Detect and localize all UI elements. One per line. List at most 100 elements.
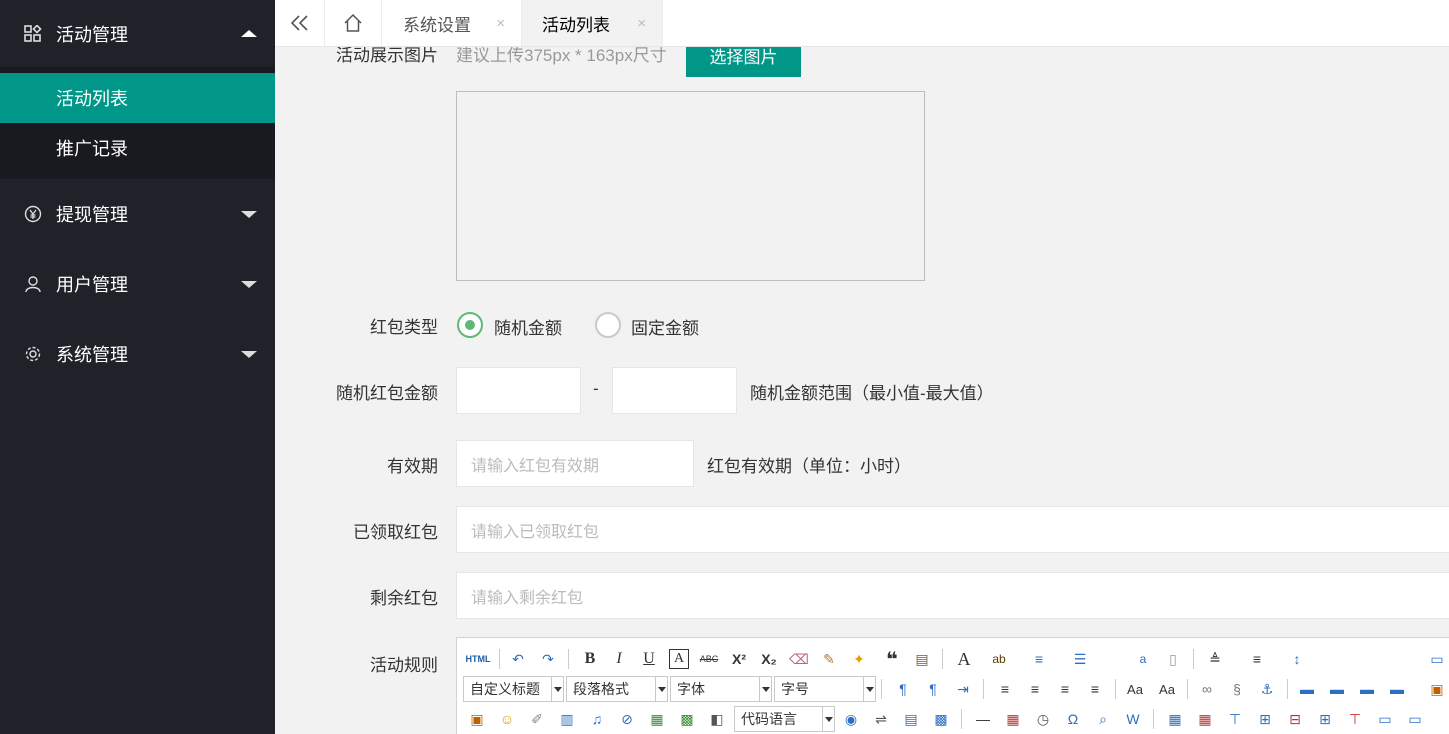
emotion-icon[interactable]: ☺: [497, 709, 517, 729]
time-icon[interactable]: ◷: [1033, 709, 1053, 729]
link-icon[interactable]: ∞: [1197, 679, 1217, 699]
align-justify-icon[interactable]: ≡: [1085, 679, 1105, 699]
radio-random-amount[interactable]: [457, 312, 483, 338]
rich-text-editor[interactable]: HTML ↶ ↷ B I U A ABC X² X₂ ⌫ ✎ ✦ ❝ ▤ A a…: [456, 637, 1449, 734]
strikethrough-icon[interactable]: ABC: [699, 649, 719, 669]
highlight-color-icon[interactable]: ab: [989, 649, 1009, 669]
image-none-icon[interactable]: ▬: [1297, 679, 1317, 699]
scrawl-icon[interactable]: ✐: [527, 709, 547, 729]
radio-fixed-amount[interactable]: [595, 312, 621, 338]
undo-icon[interactable]: ↶: [508, 649, 528, 669]
rtl-icon[interactable]: ¶: [923, 679, 943, 699]
uppercase-icon[interactable]: Aa: [1125, 679, 1145, 699]
insert-table-icon[interactable]: ▦: [1165, 709, 1185, 729]
date-icon[interactable]: ▦: [1003, 709, 1023, 729]
unlink-icon[interactable]: §: [1227, 679, 1247, 699]
map-icon[interactable]: ▦: [647, 709, 667, 729]
merge-cells-icon[interactable]: ▭: [1375, 709, 1395, 729]
font-color-icon[interactable]: A: [954, 649, 974, 669]
sidebar-item-activity-list[interactable]: 活动列表: [0, 73, 275, 123]
align-right-icon[interactable]: ≡: [1055, 679, 1075, 699]
image-preview[interactable]: [456, 91, 925, 281]
indent-icon[interactable]: ⇥: [953, 679, 973, 699]
collapse-sidebar-button[interactable]: [275, 0, 325, 46]
anchor-icon[interactable]: ⚓: [1257, 679, 1277, 699]
ordered-list-icon[interactable]: ≡: [1029, 649, 1049, 669]
image-left-icon[interactable]: ▬: [1327, 679, 1347, 699]
delete-row-icon[interactable]: ⊟: [1285, 709, 1305, 729]
page-break-icon[interactable]: ⇌: [871, 709, 891, 729]
insert-col-icon[interactable]: ⊞: [1315, 709, 1335, 729]
format-brush-icon[interactable]: ✎: [819, 649, 839, 669]
template-icon[interactable]: ▤: [901, 709, 921, 729]
tab-system-settings[interactable]: 系统设置 ×: [382, 0, 522, 46]
blank-page-icon[interactable]: ▯: [1163, 649, 1183, 669]
delete-table-icon[interactable]: ▦: [1195, 709, 1215, 729]
eraser-icon[interactable]: ⌫: [789, 649, 809, 669]
font-border-icon[interactable]: A: [669, 649, 689, 669]
close-icon[interactable]: ×: [637, 15, 646, 32]
blockquote-icon[interactable]: ❝: [882, 649, 902, 671]
special-chars-icon[interactable]: Ω: [1063, 709, 1083, 729]
align-left-icon[interactable]: ≡: [995, 679, 1015, 699]
nav-group-withdraw[interactable]: 提现管理: [0, 179, 275, 249]
word-import-icon[interactable]: W: [1123, 709, 1143, 729]
paste-plain-icon[interactable]: ▤: [912, 649, 932, 669]
subscript-icon[interactable]: X₂: [759, 649, 779, 669]
nav-group-users[interactable]: 用户管理: [0, 249, 275, 319]
paragraph-format-select[interactable]: 段落格式: [566, 676, 668, 702]
choose-image-button[interactable]: 选择图片: [686, 47, 801, 77]
min-amount-input[interactable]: [456, 367, 581, 414]
bold-icon[interactable]: B: [580, 649, 600, 669]
font-family-select[interactable]: 字体: [670, 676, 772, 702]
sidebar-item-promotion-records[interactable]: 推广记录: [0, 123, 275, 173]
background-icon[interactable]: ▩: [931, 709, 951, 729]
html-source-button[interactable]: HTML: [465, 649, 491, 669]
search-replace-icon[interactable]: ⌕: [1093, 709, 1113, 729]
superscript-icon[interactable]: X²: [729, 649, 749, 669]
delete-col-icon[interactable]: ⊤: [1345, 709, 1365, 729]
preview-icon[interactable]: ▭: [1427, 649, 1447, 669]
close-icon[interactable]: ×: [496, 15, 505, 32]
home-button[interactable]: [325, 0, 382, 46]
max-amount-input[interactable]: [612, 367, 737, 414]
insert-paragraph-before-table-icon[interactable]: ⊤: [1225, 709, 1245, 729]
video-icon[interactable]: ▥: [557, 709, 577, 729]
tab-activity-list[interactable]: 活动列表 ×: [522, 0, 663, 46]
underline-icon[interactable]: U: [639, 649, 659, 669]
merge-right-icon[interactable]: ▭: [1405, 709, 1425, 729]
insert-row-icon[interactable]: ⊞: [1255, 709, 1275, 729]
redo-icon[interactable]: ↷: [538, 649, 558, 669]
insert-image-icon[interactable]: ▣: [1427, 679, 1447, 699]
image-label: 活动展示图片: [336, 47, 438, 65]
code-language-select[interactable]: 代码语言: [734, 706, 835, 732]
custom-heading-select[interactable]: 自定义标题: [463, 676, 564, 702]
received-input[interactable]: 请输入已领取红包: [456, 506, 1449, 553]
nav-group-activity[interactable]: 活动管理: [0, 0, 275, 67]
image-center-icon[interactable]: ▬: [1387, 679, 1407, 699]
webapp-icon[interactable]: ◉: [841, 709, 861, 729]
image-right-icon[interactable]: ▬: [1357, 679, 1377, 699]
radio-random-amount-label[interactable]: 随机金额: [494, 314, 562, 339]
line-height-icon[interactable]: ↕: [1287, 649, 1307, 669]
ltr-icon[interactable]: ¶: [893, 679, 913, 699]
align-center-icon[interactable]: ≡: [1025, 679, 1045, 699]
music-icon[interactable]: ♫: [587, 709, 607, 729]
unordered-list-icon[interactable]: ☰: [1070, 649, 1090, 669]
radio-fixed-amount-label[interactable]: 固定金额: [631, 314, 699, 339]
nav-group-system[interactable]: 系统管理: [0, 319, 275, 389]
attachment-icon[interactable]: ⊘: [617, 709, 637, 729]
insert-text-icon[interactable]: a: [1133, 649, 1153, 669]
insert-frame-icon[interactable]: ◧: [707, 709, 727, 729]
validity-input[interactable]: 请输入红包有效期: [456, 440, 694, 487]
italic-icon[interactable]: I: [609, 649, 629, 669]
paragraph-spacing-top-icon[interactable]: ≜: [1205, 649, 1225, 669]
image-upload-icon[interactable]: ▣: [467, 709, 487, 729]
remaining-input[interactable]: 请输入剩余红包: [456, 572, 1449, 619]
google-map-icon[interactable]: ▩: [677, 709, 697, 729]
paragraph-spacing-bottom-icon[interactable]: ≡: [1247, 649, 1267, 669]
horizontal-rule-icon[interactable]: —: [973, 709, 993, 729]
auto-format-icon[interactable]: ✦: [849, 649, 869, 669]
font-size-select[interactable]: 字号: [774, 676, 876, 702]
lowercase-icon[interactable]: Aa: [1157, 679, 1177, 699]
